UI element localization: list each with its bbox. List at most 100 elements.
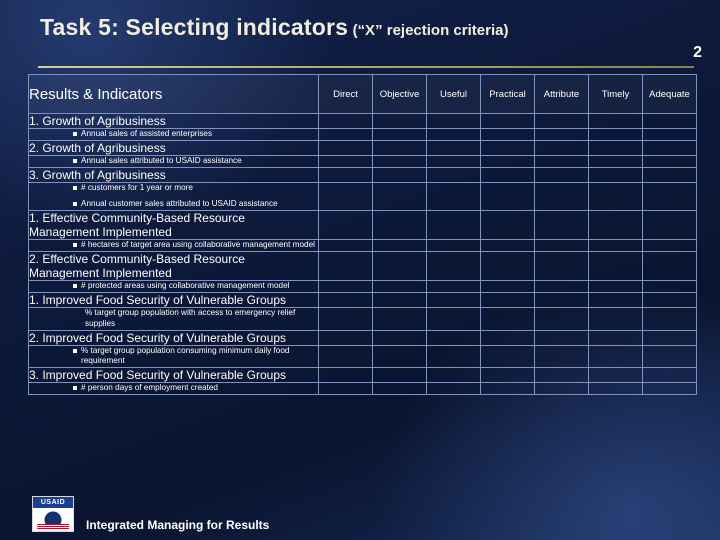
- cell-practical[interactable]: [480, 210, 535, 241]
- cell-timely[interactable]: [588, 128, 643, 141]
- cell-timely[interactable]: [588, 344, 643, 368]
- cell-objective[interactable]: [372, 307, 427, 331]
- cell-adequate[interactable]: [642, 139, 697, 156]
- cell-objective[interactable]: [372, 251, 427, 282]
- cell-attribute[interactable]: [534, 166, 589, 183]
- cell-attribute[interactable]: [534, 329, 589, 346]
- cell-practical[interactable]: [480, 154, 535, 168]
- cell-useful[interactable]: [426, 154, 481, 168]
- cell-timely[interactable]: [588, 382, 643, 395]
- cell-objective[interactable]: [372, 366, 427, 384]
- cell-timely[interactable]: [588, 154, 643, 168]
- cell-direct[interactable]: [318, 239, 373, 253]
- cell-attribute[interactable]: [534, 280, 589, 294]
- cell-adequate[interactable]: [642, 210, 697, 241]
- cell-practical[interactable]: [480, 329, 535, 346]
- cell-timely[interactable]: [588, 280, 643, 294]
- cell-timely[interactable]: [588, 251, 643, 282]
- cell-practical[interactable]: [480, 139, 535, 156]
- cell-adequate[interactable]: [642, 154, 697, 168]
- cell-direct[interactable]: [318, 139, 373, 156]
- cell-objective[interactable]: [372, 239, 427, 253]
- cell-objective[interactable]: [372, 329, 427, 346]
- cell-direct[interactable]: [318, 366, 373, 384]
- cell-objective[interactable]: [372, 128, 427, 141]
- cell-adequate[interactable]: [642, 239, 697, 253]
- cell-useful[interactable]: [426, 251, 481, 282]
- cell-objective[interactable]: [372, 210, 427, 241]
- cell-useful[interactable]: [426, 292, 481, 309]
- cell-adequate[interactable]: [642, 112, 697, 130]
- cell-practical[interactable]: [480, 166, 535, 183]
- cell-direct[interactable]: [318, 382, 373, 395]
- cell-direct[interactable]: [318, 251, 373, 282]
- cell-adequate[interactable]: [642, 307, 697, 331]
- cell-adequate[interactable]: [642, 344, 697, 368]
- cell-adequate[interactable]: [642, 382, 697, 395]
- cell-practical[interactable]: [480, 280, 535, 294]
- cell-timely[interactable]: [588, 239, 643, 253]
- cell-practical[interactable]: [480, 128, 535, 141]
- cell-attribute[interactable]: [534, 139, 589, 156]
- cell-objective[interactable]: [372, 112, 427, 130]
- cell-timely[interactable]: [588, 166, 643, 183]
- cell-adequate[interactable]: [642, 251, 697, 282]
- cell-direct[interactable]: [318, 128, 373, 141]
- cell-attribute[interactable]: [534, 292, 589, 309]
- cell-timely[interactable]: [588, 181, 643, 212]
- cell-practical[interactable]: [480, 251, 535, 282]
- cell-practical[interactable]: [480, 112, 535, 130]
- cell-attribute[interactable]: [534, 251, 589, 282]
- cell-useful[interactable]: [426, 112, 481, 130]
- cell-useful[interactable]: [426, 128, 481, 141]
- cell-direct[interactable]: [318, 181, 373, 212]
- cell-adequate[interactable]: [642, 292, 697, 309]
- cell-attribute[interactable]: [534, 181, 589, 212]
- cell-practical[interactable]: [480, 366, 535, 384]
- cell-useful[interactable]: [426, 344, 481, 368]
- cell-direct[interactable]: [318, 329, 373, 346]
- cell-adequate[interactable]: [642, 128, 697, 141]
- cell-practical[interactable]: [480, 382, 535, 395]
- cell-direct[interactable]: [318, 344, 373, 368]
- cell-objective[interactable]: [372, 154, 427, 168]
- cell-timely[interactable]: [588, 139, 643, 156]
- cell-timely[interactable]: [588, 366, 643, 384]
- cell-useful[interactable]: [426, 239, 481, 253]
- cell-timely[interactable]: [588, 210, 643, 241]
- cell-useful[interactable]: [426, 139, 481, 156]
- cell-direct[interactable]: [318, 292, 373, 309]
- cell-direct[interactable]: [318, 166, 373, 183]
- cell-attribute[interactable]: [534, 366, 589, 384]
- cell-timely[interactable]: [588, 292, 643, 309]
- cell-practical[interactable]: [480, 307, 535, 331]
- cell-objective[interactable]: [372, 382, 427, 395]
- cell-objective[interactable]: [372, 280, 427, 294]
- cell-useful[interactable]: [426, 166, 481, 183]
- cell-attribute[interactable]: [534, 344, 589, 368]
- cell-attribute[interactable]: [534, 210, 589, 241]
- cell-useful[interactable]: [426, 307, 481, 331]
- cell-useful[interactable]: [426, 382, 481, 395]
- cell-direct[interactable]: [318, 154, 373, 168]
- cell-adequate[interactable]: [642, 181, 697, 212]
- cell-useful[interactable]: [426, 280, 481, 294]
- cell-useful[interactable]: [426, 181, 481, 212]
- cell-timely[interactable]: [588, 112, 643, 130]
- cell-useful[interactable]: [426, 210, 481, 241]
- cell-direct[interactable]: [318, 112, 373, 130]
- cell-adequate[interactable]: [642, 166, 697, 183]
- cell-attribute[interactable]: [534, 382, 589, 395]
- cell-attribute[interactable]: [534, 307, 589, 331]
- cell-practical[interactable]: [480, 344, 535, 368]
- cell-attribute[interactable]: [534, 239, 589, 253]
- cell-direct[interactable]: [318, 280, 373, 294]
- cell-attribute[interactable]: [534, 154, 589, 168]
- cell-timely[interactable]: [588, 329, 643, 346]
- cell-attribute[interactable]: [534, 112, 589, 130]
- cell-practical[interactable]: [480, 181, 535, 212]
- cell-useful[interactable]: [426, 366, 481, 384]
- cell-direct[interactable]: [318, 307, 373, 331]
- cell-objective[interactable]: [372, 166, 427, 183]
- cell-objective[interactable]: [372, 181, 427, 212]
